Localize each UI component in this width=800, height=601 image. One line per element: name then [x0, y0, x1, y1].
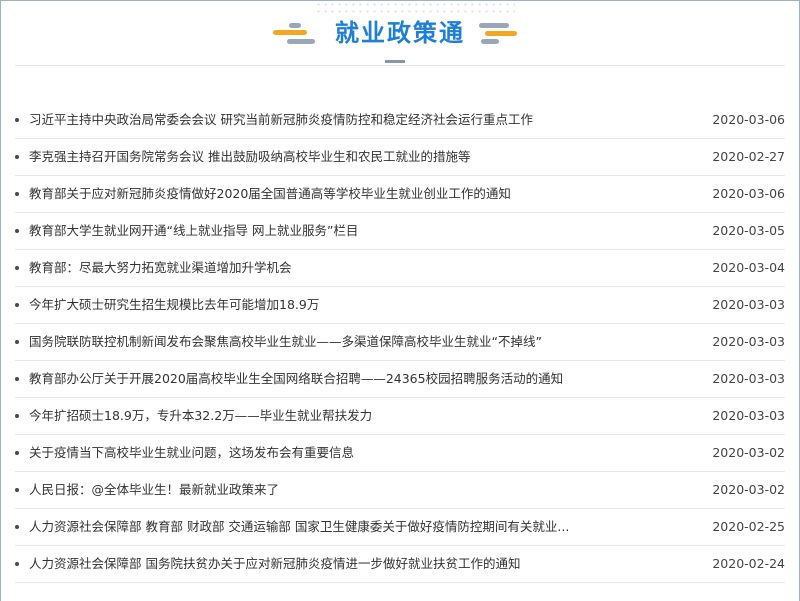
bullet-icon	[15, 525, 19, 529]
news-item[interactable]: 今年扩大硕士研究生招生规模比去年可能增加18.9万 2020-03-03	[15, 287, 785, 324]
section-header: 就业政策通	[15, 1, 785, 66]
news-title-link[interactable]: 今年扩招硕士18.9万，专升本32.2万——毕业生就业帮扶发力	[29, 408, 629, 424]
title-underline	[385, 60, 405, 63]
news-date: 2020-03-02	[712, 445, 785, 460]
bullet-icon	[15, 377, 19, 381]
news-date: 2020-03-06	[712, 112, 785, 127]
bullet-icon	[15, 229, 19, 233]
news-date: 2020-03-04	[712, 260, 785, 275]
news-title-link[interactable]: 关于疫情当下高校毕业生就业问题，这场发布会有重要信息	[29, 445, 629, 461]
bullet-icon	[15, 562, 19, 566]
right-decoration-bar	[485, 31, 517, 36]
news-title-link[interactable]: 国务院联防联控机制新闻发布会聚焦高校毕业生就业——多渠道保障高校毕业生就业“不掉…	[29, 334, 629, 350]
news-item[interactable]: 今年扩招硕士18.9万，专升本32.2万——毕业生就业帮扶发力 2020-03-…	[15, 398, 785, 435]
news-title-link[interactable]: 今年扩大硕士研究生招生规模比去年可能增加18.9万	[29, 297, 629, 313]
bullet-icon	[15, 266, 19, 270]
page-frame: 就业政策通 习近平主持中央政治局常委会会议 研究当前新冠肺炎疫情防控和稳定经济社…	[0, 0, 800, 601]
bullet-icon	[15, 488, 19, 492]
news-title-link[interactable]: 教育部办公厅关于开展2020届高校毕业生全国网络联合招聘——24365校园招聘服…	[29, 371, 629, 387]
news-date: 2020-03-03	[712, 408, 785, 423]
news-date: 2020-03-06	[712, 186, 785, 201]
news-item[interactable]: 人力资源社会保障部 国务院扶贫办关于应对新冠肺炎疫情进一步做好就业扶贫工作的通知…	[15, 546, 785, 583]
news-item[interactable]: 教育部办公厅关于开展2020届高校毕业生全国网络联合招聘——24365校园招聘服…	[15, 361, 785, 398]
news-title-link[interactable]: 教育部关于应对新冠肺炎疫情做好2020届全国普通高等学校毕业生就业创业工作的通知	[29, 186, 629, 202]
news-title-link[interactable]: 教育部：尽最大努力拓宽就业渠道增加升学机会	[29, 260, 629, 276]
news-list: 习近平主持中央政治局常委会会议 研究当前新冠肺炎疫情防控和稳定经济社会运行重点工…	[15, 102, 785, 583]
news-item[interactable]: 教育部大学生就业网开通“线上就业指导 网上就业服务”栏目 2020-03-05	[15, 213, 785, 250]
news-title-link[interactable]: 李克强主持召开国务院常务会议 推出鼓励吸纳高校毕业生和农民工就业的措施等	[29, 149, 629, 165]
bullet-icon	[15, 192, 19, 196]
bullet-icon	[15, 155, 19, 159]
bullet-icon	[15, 118, 19, 122]
news-item[interactable]: 习近平主持中央政治局常委会会议 研究当前新冠肺炎疫情防控和稳定经济社会运行重点工…	[15, 102, 785, 139]
news-title-link[interactable]: 人力资源社会保障部 教育部 财政部 交通运输部 国家卫生健康委关于做好疫情防控期…	[29, 519, 629, 535]
right-decoration-bar	[481, 39, 499, 44]
news-date: 2020-02-27	[712, 149, 785, 164]
news-title-link[interactable]: 教育部大学生就业网开通“线上就业指导 网上就业服务”栏目	[29, 223, 629, 239]
news-date: 2020-03-03	[712, 334, 785, 349]
news-title-link[interactable]: 人民日报：@全体毕业生！最新就业政策来了	[29, 482, 629, 498]
news-item[interactable]: 人力资源社会保障部 教育部 财政部 交通运输部 国家卫生健康委关于做好疫情防控期…	[15, 509, 785, 546]
bullet-icon	[15, 451, 19, 455]
news-item[interactable]: 教育部关于应对新冠肺炎疫情做好2020届全国普通高等学校毕业生就业创业工作的通知…	[15, 176, 785, 213]
news-date: 2020-03-05	[712, 223, 785, 238]
news-title-link[interactable]: 习近平主持中央政治局常委会会议 研究当前新冠肺炎疫情防控和稳定经济社会运行重点工…	[29, 112, 629, 128]
news-title-link[interactable]: 人力资源社会保障部 国务院扶贫办关于应对新冠肺炎疫情进一步做好就业扶贫工作的通知	[29, 556, 629, 572]
news-date: 2020-03-02	[712, 482, 785, 497]
section-title: 就业政策通	[335, 19, 465, 47]
news-item[interactable]: 国务院联防联控机制新闻发布会聚焦高校毕业生就业——多渠道保障高校毕业生就业“不掉…	[15, 324, 785, 361]
news-date: 2020-02-25	[712, 519, 785, 534]
bullet-icon	[15, 414, 19, 418]
news-item[interactable]: 关于疫情当下高校毕业生就业问题，这场发布会有重要信息 2020-03-02	[15, 435, 785, 472]
news-date: 2020-03-03	[712, 371, 785, 386]
news-item[interactable]: 人民日报：@全体毕业生！最新就业政策来了 2020-03-02	[15, 472, 785, 509]
news-date: 2020-03-03	[712, 297, 785, 312]
news-item[interactable]: 教育部：尽最大努力拓宽就业渠道增加升学机会 2020-03-04	[15, 250, 785, 287]
news-item[interactable]: 李克强主持召开国务院常务会议 推出鼓励吸纳高校毕业生和农民工就业的措施等 202…	[15, 139, 785, 176]
news-date: 2020-02-24	[712, 556, 785, 571]
bullet-icon	[15, 340, 19, 344]
bullet-icon	[15, 303, 19, 307]
right-decoration-bar	[479, 23, 509, 28]
